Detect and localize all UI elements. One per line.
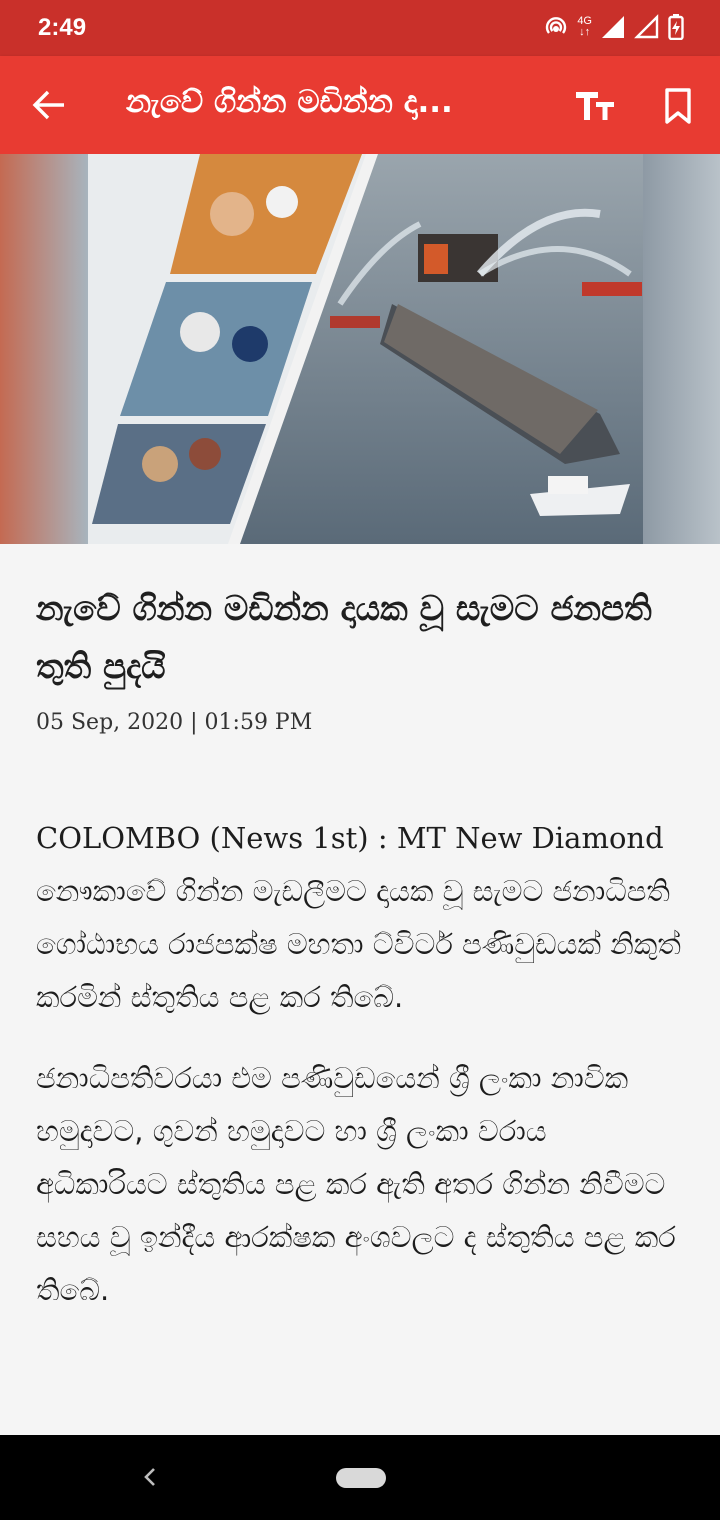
article: නැවේ ගින්න මඩින්න දායක වූ සැමට ජනපති තුත… [0, 544, 720, 1435]
article-paragraph: COLOMBO (News 1st) : MT New Diamond නෞකා… [36, 812, 686, 1024]
back-arrow-icon[interactable] [28, 83, 72, 127]
status-time: 2:49 [38, 14, 87, 41]
app-bar-title: නැවේ ගින්න මඩින්න දා... [126, 84, 453, 120]
signal-icon [602, 16, 624, 38]
article-dateline: COLOMBO (News 1st) : MT New Diamond [36, 821, 664, 855]
article-paragraph: ජනාධිපතිවරයා එම පණිවුඩයෙන් ශ්‍රී ලංකා නා… [36, 1061, 676, 1307]
news-photo [0, 154, 720, 544]
hero-image[interactable] [0, 154, 720, 544]
article-headline: නැවේ ගින්න මඩින්න දායක වූ සැමට ජනපති තුත… [36, 589, 652, 687]
battery-charging-icon [668, 14, 684, 40]
system-nav-bar [0, 1435, 720, 1520]
hotspot-icon [546, 17, 567, 34]
article-body: COLOMBO (News 1st) : MT New Diamond නෞකා… [36, 812, 686, 1345]
article-date: 05 Sep, 2020 | 01:59 PM [36, 710, 313, 735]
signal-outline-icon [634, 14, 659, 39]
article-paragraph-text: නෞකාවේ ගින්න මැඩලීමට දායක වූ සැමට ජනාධිප… [36, 874, 681, 1014]
text-size-icon[interactable] [574, 84, 618, 128]
status-bar: 2:49 4G ↓↑ [0, 0, 720, 56]
bookmark-icon[interactable] [656, 84, 700, 128]
home-pill-button[interactable] [336, 1468, 386, 1488]
app-bar: නැවේ ගින්න මඩින්න දා... [0, 56, 720, 154]
status-icons: 4G ↓↑ [543, 14, 684, 40]
nav-back-icon[interactable] [136, 1457, 162, 1497]
network-type: 4G ↓↑ [577, 15, 592, 38]
